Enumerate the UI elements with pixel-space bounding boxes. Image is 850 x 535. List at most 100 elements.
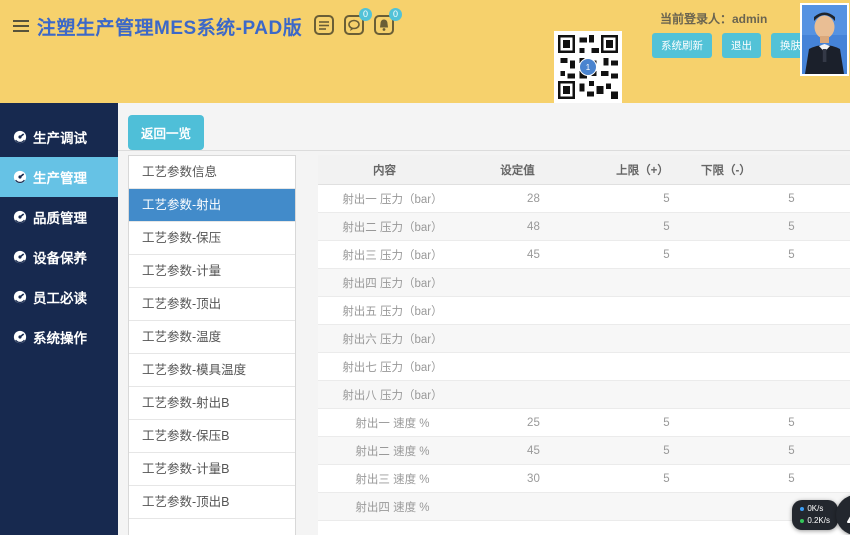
upload-speed: 0K/s [807,503,823,515]
table-row[interactable]: 射出八 压力（bar） [318,381,850,409]
header-buttons: 系统刷新 退出 换肤 [652,33,810,58]
cell-content-name: 射出四 速度 % [318,493,467,520]
cell-set-value [467,493,600,520]
user-avatar[interactable] [800,3,849,76]
cell-content-name: 射出四 压力（bar） [318,269,467,296]
cell-lower-limit: 5 [733,185,850,212]
table-row[interactable]: 射出三 压力（bar） 45 5 5 [318,241,850,269]
cell-lower-limit: 5 [733,437,850,464]
cell-content-name: 射出二 速度 % [318,437,467,464]
cell-lower-limit [733,297,850,324]
alarm-bell-icon[interactable]: 0 [373,14,395,36]
app-root: 注塑生产管理MES系统-PAD版 0 [0,0,850,535]
param-menu-item[interactable]: 工艺参数-保压 [129,222,295,255]
cell-lower-limit: 5 [733,465,850,492]
back-to-overview-button[interactable]: 返回一览 [128,115,204,150]
param-menu-item[interactable]: 工艺参数-计量 [129,255,295,288]
cell-upper-limit [600,493,733,520]
cell-lower-limit [733,353,850,380]
param-menu-item[interactable]: 工艺参数-顶出 [129,288,295,321]
cell-lower-limit: 5 [733,213,850,240]
sidebar-item-label: 员工必读 [33,287,87,307]
download-dot-icon [800,519,804,523]
table-row[interactable]: 射出三 速度 % 30 5 5 [318,465,850,493]
cell-set-value: 45 [467,437,600,464]
alarm-count-badge: 0 [389,8,402,21]
sidebar-item[interactable]: 生产管理 [0,157,118,197]
table-row[interactable]: 射出二 速度 % 45 5 5 [318,437,850,465]
table-row[interactable]: 射出六 压力（bar） [318,325,850,353]
cell-set-value [467,325,600,352]
sidebar-item[interactable]: 设备保养 [0,237,118,277]
cell-lower-limit: 5 [733,409,850,436]
cell-upper-limit [600,521,733,535]
param-menu: 工艺参数信息 工艺参数-射出 工艺参数-保压 工艺参数-计量 工艺参数-顶出 工… [128,155,296,535]
cell-set-value: 30 [467,465,600,492]
cell-upper-limit: 5 [600,465,733,492]
gauge-icon [13,330,27,344]
table-row[interactable]: 射出一 速度 % 25 5 5 [318,409,850,437]
cell-upper-limit: 5 [600,437,733,464]
param-menu-item[interactable]: 工艺参数-模具温度 [129,354,295,387]
message-icon[interactable]: 0 [343,14,365,36]
app-title: 注塑生产管理MES系统-PAD版 [37,13,302,40]
cell-upper-limit: 5 [600,185,733,212]
cell-content-name: 射出三 压力（bar） [318,241,467,268]
param-menu-item[interactable]: 工艺参数-顶出B [129,486,295,519]
cell-lower-limit [733,269,850,296]
param-menu-item[interactable]: 工艺参数-射出B [129,387,295,420]
table-row[interactable]: 射出二 压力（bar） 48 5 5 [318,213,850,241]
sidebar-item[interactable]: 品质管理 [0,197,118,237]
param-menu-item[interactable]: 工艺参数信息 [129,156,295,189]
cell-set-value: 48 [467,213,600,240]
table-row[interactable]: 射出四 压力（bar） [318,269,850,297]
cell-set-value: 45 [467,241,600,268]
cell-upper-limit [600,269,733,296]
table-row[interactable]: 射出一 压力（bar） 28 5 5 [318,185,850,213]
qr-center-logo: 1 [579,58,597,76]
param-menu-item[interactable]: 工艺参数-温度 [129,321,295,354]
param-table: 内容 设定值 上限（+） 下限（-） 射出一 压力（bar） 28 5 5 [318,155,850,535]
cell-content-name: 射出三 速度 % [318,465,467,492]
cell-content-name: 射出一 压力（bar） [318,185,467,212]
table-body: 射出一 压力（bar） 28 5 5 射出二 压力（bar） 48 5 5 射出… [318,185,850,535]
header-action-button[interactable]: 退出 [722,33,761,58]
sidebar-item[interactable]: 系统操作 [0,317,118,357]
network-speed-widget[interactable]: 0K/s 0.2K/s [720,493,850,535]
floating-assistant-icon[interactable] [836,495,850,535]
cell-upper-limit [600,297,733,324]
hamburger-menu-icon[interactable] [13,20,29,32]
cell-upper-limit: 5 [600,213,733,240]
upload-dot-icon [800,507,804,511]
param-menu-item[interactable]: 工艺参数-射出 [129,189,295,222]
table-header-row: 内容 设定值 上限（+） 下限（-） [318,155,850,185]
cell-set-value [467,381,600,408]
header-action-button[interactable]: 系统刷新 [652,33,712,58]
sidebar-item-label: 生产管理 [33,167,87,187]
cell-lower-limit [733,381,850,408]
qr-code: 1 [554,31,622,103]
network-speed-pill[interactable]: 0K/s 0.2K/s [792,500,838,530]
table-row[interactable]: 射出七 压力（bar） [318,353,850,381]
param-menu-item[interactable]: 工艺参数-保压B [129,420,295,453]
cell-content-name: 射出五 压力（bar） [318,297,467,324]
gauge-icon [13,210,27,224]
sidebar-item-label: 生产调试 [33,127,87,147]
sidebar: 生产调试 生产管理 [0,103,118,535]
cell-content-name: 射出七 压力（bar） [318,353,467,380]
gauge-icon [13,170,27,184]
cell-upper-limit [600,325,733,352]
cell-upper-limit [600,353,733,380]
param-menu-item[interactable] [129,519,295,535]
sidebar-item[interactable]: 员工必读 [0,277,118,317]
sidebar-item[interactable]: 生产调试 [0,117,118,157]
param-menu-item[interactable]: 工艺参数-计量B [129,453,295,486]
form-list-icon[interactable] [313,14,335,36]
cell-content-name: 射出六 压力（bar） [318,325,467,352]
cell-upper-limit: 5 [600,241,733,268]
topbar: 注塑生产管理MES系统-PAD版 0 [0,0,850,103]
cell-upper-limit [600,381,733,408]
cell-lower-limit: 5 [733,241,850,268]
gauge-icon [13,250,27,264]
table-row[interactable]: 射出五 压力（bar） [318,297,850,325]
